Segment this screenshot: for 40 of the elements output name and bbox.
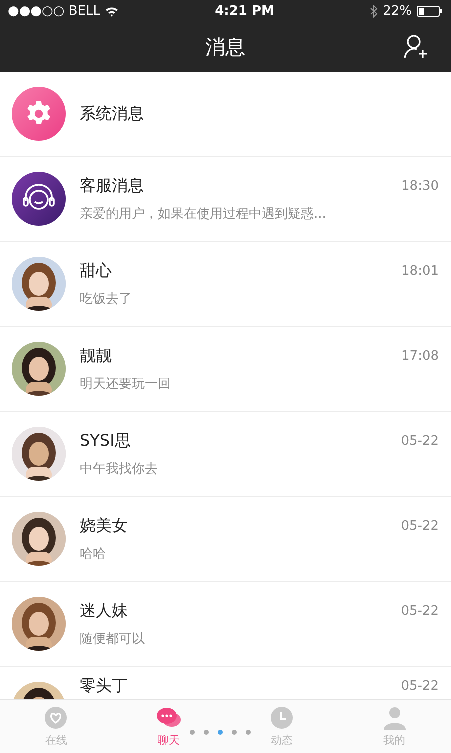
contact-name: 客服消息 [80, 176, 144, 196]
page-title: 消息 [206, 34, 246, 60]
contact-name: 娆美女 [80, 516, 128, 536]
bluetooth-icon [370, 4, 378, 18]
contact-name: SYSI思 [80, 430, 131, 452]
contact-name: 零头丁 [80, 676, 128, 697]
message-time: 18:01 [402, 264, 439, 278]
message-preview: 中午我找你去 [80, 460, 159, 478]
message-time: 05-22 [401, 434, 439, 448]
battery-icon [416, 6, 443, 16]
heart-chat-icon [44, 706, 68, 730]
message-time: 05-22 [401, 518, 439, 534]
add-friend-button[interactable] [403, 34, 429, 60]
message-time: 17:08 [402, 348, 439, 364]
conversation-row[interactable]: SYSI思 05-22 中午我找你去 [0, 412, 451, 497]
carrier-name: ●●●○○ BELL [8, 4, 100, 18]
contact-name: 迷人妹 [80, 600, 128, 622]
person-icon [382, 706, 407, 730]
clock-icon [270, 706, 294, 730]
conversation-row[interactable]: 靓靓 17:08 明天还要玩一回 [0, 327, 451, 412]
message-preview: 随便都可以 [80, 630, 146, 648]
conversation-row[interactable]: 客服消息 18:30 亲爱的用户，如果在使用过程中遇到疑惑... [0, 157, 451, 242]
battery-percent: 22% [383, 4, 412, 18]
conversation-row[interactable]: 甜心 18:01 吃饭去了 [0, 242, 451, 327]
contact-name: 甜心 [80, 260, 112, 282]
conversation-row[interactable]: 系统消息 [0, 72, 451, 157]
message-preview: 亲爱的用户，如果在使用过程中遇到疑惑... [80, 206, 328, 222]
message-preview: 吃饭去了 [80, 290, 133, 308]
message-preview: 哈哈 [80, 546, 107, 562]
chat-bubbles-icon [156, 706, 182, 730]
contact-name: 靓靓 [80, 346, 112, 366]
message-time: 18:30 [402, 178, 439, 194]
message-preview: 明天还要玩一回 [80, 376, 172, 392]
contact-name: 系统消息 [80, 104, 144, 124]
clock-time: 4:21 PM [215, 4, 274, 18]
message-time: 05-22 [401, 679, 439, 694]
wifi-icon [105, 6, 120, 16]
conversation-row[interactable]: 娆美女 05-22 哈哈 [0, 497, 451, 582]
conversation-row[interactable]: 迷人妹 05-22 随便都可以 [0, 582, 451, 667]
message-time: 05-22 [401, 604, 439, 618]
